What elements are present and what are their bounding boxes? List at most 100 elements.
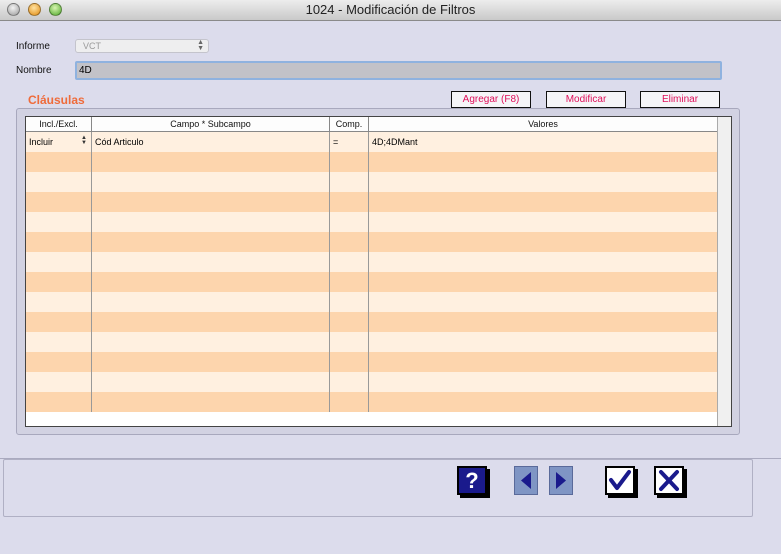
- cell-text: 4D;4DMant: [372, 137, 418, 147]
- column-header-valores[interactable]: Valores: [369, 117, 717, 131]
- table-cell-valores[interactable]: [369, 372, 717, 392]
- nombre-label: Nombre: [16, 65, 52, 76]
- table-cell-valores[interactable]: [369, 172, 717, 192]
- table-row[interactable]: [26, 332, 717, 352]
- table-cell-campo[interactable]: [92, 312, 330, 332]
- arrow-left-icon[interactable]: [514, 466, 538, 495]
- informe-value: VCT: [83, 41, 101, 51]
- stepper-arrows-icon[interactable]: ▲ ▼: [81, 135, 87, 146]
- cell-text: Incluir: [29, 137, 54, 147]
- table-row[interactable]: [26, 232, 717, 252]
- table-cell-comp[interactable]: [330, 332, 369, 352]
- table-cell-valores[interactable]: [369, 292, 717, 312]
- table-cell-incl[interactable]: [26, 152, 92, 172]
- table-cell-valores[interactable]: [369, 272, 717, 292]
- table-cell-comp[interactable]: [330, 392, 369, 412]
- table-cell-campo[interactable]: [92, 272, 330, 292]
- table-cell-campo[interactable]: [92, 192, 330, 212]
- column-header-incl[interactable]: Incl./Excl.: [26, 117, 92, 131]
- table-cell-campo[interactable]: [92, 152, 330, 172]
- select-arrows-icon: ▲ ▼: [197, 39, 204, 52]
- arrow-right-icon[interactable]: [549, 466, 573, 495]
- table-cell-incl[interactable]: [26, 352, 92, 372]
- table-cell-valores[interactable]: [369, 332, 717, 352]
- table-cell-incl[interactable]: [26, 292, 92, 312]
- table-row[interactable]: [26, 292, 717, 312]
- column-header-campo[interactable]: Campo * Subcampo: [92, 117, 330, 131]
- informe-label: Informe: [16, 41, 50, 52]
- checkmark-icon[interactable]: [605, 466, 635, 495]
- clausulas-grid[interactable]: Incl./Excl. Campo * Subcampo Comp. Valor…: [25, 116, 732, 427]
- table-cell-campo[interactable]: [92, 172, 330, 192]
- table-cell-valores[interactable]: [369, 152, 717, 172]
- table-cell-incl[interactable]: [26, 332, 92, 352]
- table-cell-campo[interactable]: Cód Articulo: [92, 132, 330, 152]
- table-cell-campo[interactable]: [92, 252, 330, 272]
- table-cell-comp[interactable]: [330, 292, 369, 312]
- table-row[interactable]: [26, 392, 717, 412]
- table-cell-valores[interactable]: [369, 192, 717, 212]
- table-cell-incl[interactable]: [26, 172, 92, 192]
- table-cell-comp[interactable]: [330, 212, 369, 232]
- table-row[interactable]: [26, 152, 717, 172]
- table-row[interactable]: [26, 252, 717, 272]
- table-row[interactable]: [26, 192, 717, 212]
- table-cell-valores[interactable]: [369, 352, 717, 372]
- table-cell-campo[interactable]: [92, 212, 330, 232]
- table-cell-incl[interactable]: [26, 392, 92, 412]
- table-cell-comp[interactable]: [330, 232, 369, 252]
- table-cell-campo[interactable]: [92, 392, 330, 412]
- modificar-button[interactable]: Modificar: [546, 91, 626, 108]
- table-cell-incl[interactable]: [26, 372, 92, 392]
- table-cell-comp[interactable]: =: [330, 132, 369, 152]
- help-icon[interactable]: ?: [457, 466, 487, 495]
- table-cell-incl[interactable]: [26, 192, 92, 212]
- table-row[interactable]: [26, 352, 717, 372]
- table-cell-comp[interactable]: [330, 252, 369, 272]
- table-cell-incl[interactable]: [26, 212, 92, 232]
- table-row[interactable]: Incluir ▲ ▼ Cód Articulo = 4D;4DMant: [26, 132, 717, 152]
- vertical-scrollbar[interactable]: [717, 117, 731, 426]
- table-cell-comp[interactable]: [330, 172, 369, 192]
- table-cell-valores[interactable]: [369, 312, 717, 332]
- table-row[interactable]: [26, 172, 717, 192]
- table-cell-comp[interactable]: [330, 312, 369, 332]
- table-cell-campo[interactable]: [92, 372, 330, 392]
- table-cell-incl[interactable]: [26, 312, 92, 332]
- column-header-comp[interactable]: Comp.: [330, 117, 369, 131]
- eliminar-button[interactable]: Eliminar: [640, 91, 720, 108]
- table-row[interactable]: [26, 312, 717, 332]
- table-cell-valores[interactable]: [369, 252, 717, 272]
- agregar-button[interactable]: Agregar (F8): [451, 91, 531, 108]
- cell-text: =: [333, 137, 339, 147]
- table-cell-valores[interactable]: [369, 232, 717, 252]
- table-cell-campo[interactable]: [92, 352, 330, 372]
- x-icon[interactable]: [654, 466, 684, 495]
- table-cell-valores[interactable]: [369, 212, 717, 232]
- nombre-input[interactable]: 4D: [75, 61, 722, 80]
- grid-header: Incl./Excl. Campo * Subcampo Comp. Valor…: [26, 117, 717, 132]
- table-cell-comp[interactable]: [330, 192, 369, 212]
- table-cell-incl[interactable]: Incluir ▲ ▼: [26, 132, 92, 152]
- footer-bar: [3, 459, 753, 517]
- table-cell-incl[interactable]: [26, 232, 92, 252]
- title-bar: 1024 - Modificación de Filtros: [0, 0, 781, 21]
- cell-text: Cód Articulo: [95, 137, 144, 147]
- informe-select[interactable]: VCT ▲ ▼: [75, 39, 209, 53]
- table-row[interactable]: [26, 212, 717, 232]
- clausulas-title: Cláusulas: [28, 93, 85, 107]
- window-title: 1024 - Modificación de Filtros: [305, 2, 476, 17]
- table-cell-valores[interactable]: [369, 392, 717, 412]
- table-cell-incl[interactable]: [26, 272, 92, 292]
- table-row[interactable]: [26, 272, 717, 292]
- table-cell-campo[interactable]: [92, 232, 330, 252]
- table-cell-incl[interactable]: [26, 252, 92, 272]
- table-cell-comp[interactable]: [330, 272, 369, 292]
- table-row[interactable]: [26, 372, 717, 392]
- table-cell-comp[interactable]: [330, 372, 369, 392]
- table-cell-comp[interactable]: [330, 152, 369, 172]
- table-cell-campo[interactable]: [92, 292, 330, 312]
- table-cell-campo[interactable]: [92, 332, 330, 352]
- table-cell-valores[interactable]: 4D;4DMant: [369, 132, 717, 152]
- table-cell-comp[interactable]: [330, 352, 369, 372]
